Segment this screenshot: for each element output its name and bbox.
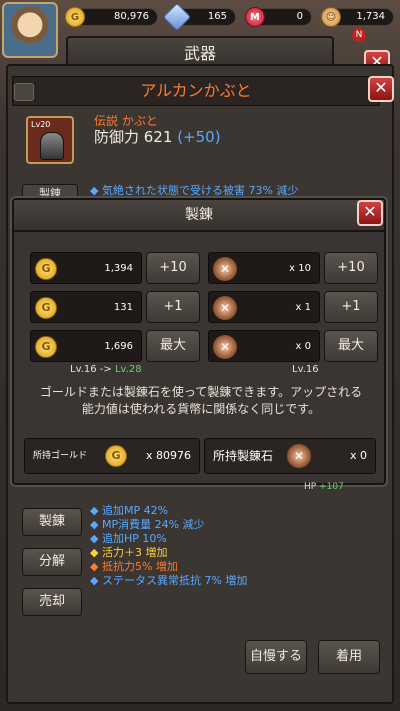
helmet-icon — [40, 132, 64, 160]
stat-line: ◆ ステータス異常抵抗 7% 増加 — [90, 574, 248, 587]
gold-coin-icon: G — [35, 258, 57, 280]
defense-bonus: (+50) — [177, 128, 221, 146]
refine-dialog: 製錬 G 1,394 +10 ✕ x 10 +10 G 131 +1 ✕ x 1… — [12, 198, 386, 485]
stone-cost-box: ✕ x 0 — [208, 330, 320, 362]
refine-stone-icon: ✕ — [213, 335, 237, 359]
gold-level-preview: Lv.16 -> Lv.28 — [70, 364, 142, 375]
stat-line: ◆ MP消費量 24% 減少 — [90, 518, 205, 531]
owned-gold-box: 所持ゴールド G x 80976 — [24, 438, 200, 474]
stat-line: ◆ 追加MP 42% — [90, 504, 169, 517]
gold-cost-box: G 1,394 — [30, 252, 142, 284]
gold-coin-icon: G — [35, 336, 57, 358]
gold-cost-value: 131 — [113, 302, 133, 313]
disassemble-button[interactable]: 分解 — [22, 548, 82, 576]
stat-line: ◆ 追加HP 10% — [90, 532, 167, 545]
item-stat-list: ◆ 追加MP 42% ◆ MP消費量 24% 減少 ◆ 追加HP 10% ◆ 活… — [90, 504, 247, 588]
points-amount: 1,734 — [356, 11, 385, 22]
close-icon: ✕ — [363, 202, 377, 221]
owned-stone-count: x 0 — [349, 449, 367, 462]
helmet-item-icon: Lv20 — [26, 116, 74, 164]
gold-add-1-button[interactable]: +1 — [146, 291, 200, 323]
gold-counter: G 80,976 — [65, 7, 158, 27]
character-token-icon: ☺ — [321, 7, 341, 27]
defense-value: 防御力 621 — [94, 128, 173, 146]
stone-cost-value: x 1 — [295, 302, 311, 313]
notification-badge[interactable]: N — [352, 28, 366, 42]
refine-stone-icon: ✕ — [287, 444, 311, 468]
refine-dialog-title: 製錬 — [14, 200, 384, 232]
item-level: Lv20 — [31, 120, 51, 129]
gold-coin-icon: G — [105, 445, 127, 467]
stat-line: ◆ 抵抗力5% 増加 — [90, 560, 178, 573]
stun-damage-stat: ◆ 気絶された状態で受ける被害 73% 減少 — [90, 184, 299, 197]
gold-cost-box: G 1,696 — [30, 330, 142, 362]
m-medal-icon: M — [245, 7, 265, 27]
owned-gold-label: 所持ゴールド — [33, 451, 88, 461]
stone-cost-box: ✕ x 1 — [208, 291, 320, 323]
gold-coin-icon: G — [65, 7, 85, 27]
stone-add-10-button[interactable]: +10 — [324, 252, 378, 284]
hp-label: HP — [304, 482, 317, 492]
hp-value: +107 — [319, 482, 344, 492]
back-icon[interactable] — [14, 83, 34, 101]
owned-gold-count: x 80976 — [146, 449, 191, 462]
gold-amount: 80,976 — [114, 11, 149, 22]
gem-amount: 165 — [207, 11, 227, 22]
equip-button[interactable]: 着用 — [318, 640, 380, 674]
gold-cost-value: 1,394 — [104, 263, 133, 274]
medal-counter: M 0 — [245, 7, 312, 27]
points-counter: ☺ 1,734 — [321, 7, 394, 27]
stone-cost-value: x 10 — [289, 263, 311, 274]
player-avatar[interactable] — [2, 2, 58, 58]
stone-level-preview: Lv.16 — [292, 364, 319, 375]
stone-add-1-button[interactable]: +1 — [324, 291, 378, 323]
medal-amount: 0 — [296, 11, 303, 22]
close-item-button[interactable]: ✕ — [368, 76, 394, 102]
gem-counter: 165 — [162, 2, 236, 32]
item-name: アルカンかぶと — [12, 76, 380, 106]
brag-button[interactable]: 自慢する — [245, 640, 307, 674]
level-from: Lv.16 -> — [70, 364, 112, 375]
gold-coin-icon: G — [35, 297, 57, 319]
gold-cost-box: G 131 — [30, 291, 142, 323]
level-to: Lv.28 — [114, 364, 142, 375]
stone-cost-value: x 0 — [295, 341, 311, 352]
owned-stone-box: 所持製錬石 ✕ x 0 — [204, 438, 376, 474]
gold-max-button[interactable]: 最大 — [146, 330, 200, 362]
hp-bonus-stat: HP +107 — [304, 482, 344, 492]
stone-max-button[interactable]: 最大 — [324, 330, 378, 362]
gold-cost-value: 1,696 — [104, 341, 133, 352]
stone-cost-box: ✕ x 10 — [208, 252, 320, 284]
refine-button[interactable]: 製錬 — [22, 508, 82, 536]
refine-description: ゴールドまたは製錬石を使って製錬できます。アップされる能力値は使われる貨幣に関係… — [39, 385, 363, 416]
sell-button[interactable]: 売却 — [22, 588, 82, 616]
stat-line: ◆ 活力＋3 増加 — [90, 546, 168, 559]
refine-stone-icon: ✕ — [213, 257, 237, 281]
close-icon: ✕ — [374, 78, 388, 97]
gold-add-10-button[interactable]: +10 — [146, 252, 200, 284]
close-refine-dialog-button[interactable]: ✕ — [357, 200, 383, 226]
refine-stone-icon: ✕ — [213, 296, 237, 320]
owned-stone-label: 所持製錬石 — [213, 449, 274, 463]
item-defense: 防御力 621 (+50) — [94, 126, 221, 147]
